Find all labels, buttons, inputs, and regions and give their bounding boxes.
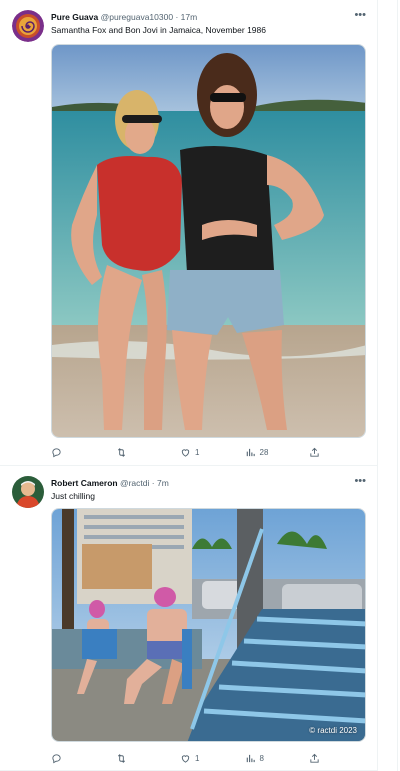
separator: ·	[175, 12, 179, 22]
tweet[interactable]: Robert Cameron @ractdi · 7m ••• Just chi…	[0, 466, 378, 771]
tweet-actions: 1 28	[51, 445, 321, 459]
like-icon	[181, 448, 190, 457]
like-icon	[181, 754, 190, 763]
photo-watermark: © ractdi 2023	[309, 726, 357, 735]
share-button[interactable]	[309, 447, 321, 458]
views-count: 8	[259, 753, 264, 763]
retweet-icon	[117, 447, 125, 457]
reply-icon	[52, 447, 61, 457]
author-handle[interactable]: @pureguava10300	[101, 12, 173, 22]
tweet-photo[interactable]	[51, 44, 366, 438]
more-icon[interactable]: •••	[354, 474, 366, 488]
timestamp[interactable]: 7m	[157, 478, 169, 488]
tweet-text: Samantha Fox and Bon Jovi in Jamaica, No…	[51, 25, 266, 35]
avatar[interactable]	[12, 10, 44, 42]
separator: ·	[151, 478, 155, 488]
views-button[interactable]: 28	[245, 447, 301, 458]
views-button[interactable]: 8	[245, 753, 301, 764]
avatar[interactable]	[12, 476, 44, 508]
more-icon[interactable]: •••	[354, 8, 366, 22]
tweet-header: Pure Guava @pureguava10300 · 17m •••	[51, 8, 366, 24]
share-button[interactable]	[309, 753, 321, 764]
views-icon	[246, 448, 255, 456]
retweet-icon	[117, 753, 125, 763]
share-icon	[310, 447, 319, 457]
like-count: 1	[195, 753, 200, 763]
retweet-button[interactable]	[116, 753, 172, 764]
author-name[interactable]: Robert Cameron	[51, 478, 118, 488]
views-icon	[246, 754, 255, 762]
like-button[interactable]: 1	[180, 447, 236, 458]
reply-button[interactable]	[51, 447, 107, 458]
reply-button[interactable]	[51, 753, 107, 764]
share-icon	[310, 753, 319, 763]
author-name[interactable]: Pure Guava	[51, 12, 98, 22]
retweet-button[interactable]	[116, 447, 172, 458]
tweet-text: Just chilling	[51, 491, 95, 501]
divider	[397, 0, 398, 771]
like-count: 1	[195, 447, 200, 457]
like-button[interactable]: 1	[180, 753, 236, 764]
author-handle[interactable]: @ractdi	[120, 478, 149, 488]
timestamp[interactable]: 17m	[181, 12, 198, 22]
tweet[interactable]: Pure Guava @pureguava10300 · 17m ••• Sam…	[0, 0, 378, 466]
tweet-actions: 1 8	[51, 751, 321, 765]
views-count: 28	[259, 447, 269, 457]
tweet-header: Robert Cameron @ractdi · 7m •••	[51, 474, 366, 490]
sidebar-edge	[378, 0, 400, 771]
timeline-column: Pure Guava @pureguava10300 · 17m ••• Sam…	[0, 0, 378, 771]
tweet-photo[interactable]: © ractdi 2023	[51, 508, 366, 742]
reply-icon	[52, 753, 61, 763]
